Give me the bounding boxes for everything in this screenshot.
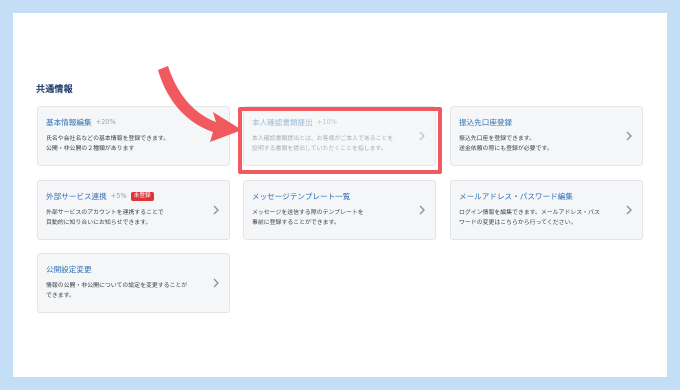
card-title: 振込先口座登録 bbox=[459, 117, 513, 127]
curved-arrow-icon bbox=[158, 66, 242, 142]
card-desc-line: 情報の公開・非公開についての設定を変更することが bbox=[46, 283, 188, 289]
card-desc-line: 事前に登録することができます。 bbox=[252, 220, 340, 226]
card-title: メールアドレス・パスワード編集 bbox=[459, 191, 573, 201]
card-desc-line: ログイン情報を編集できます。メールアドレス・パス bbox=[459, 210, 600, 216]
card-bank-account[interactable]: 振込先口座登録 振込先口座を登録できます。 送金依頼の際にも登録が必要です。 bbox=[450, 106, 643, 166]
chevron-right-icon bbox=[626, 205, 632, 215]
card-visibility-settings[interactable]: 公開設定変更 情報の公開・非公開についての設定を変更することが できます。 bbox=[37, 253, 230, 313]
chevron-right-icon bbox=[213, 278, 219, 288]
card-title: 基本情報編集 bbox=[46, 117, 92, 127]
card-desc-line: 振込先口座を登録できます。 bbox=[459, 136, 535, 142]
card-desc-line: ワードの変更はこちらから行ってください。 bbox=[459, 220, 577, 226]
card-desc-line: メッセージを送信する際のテンプレートを bbox=[252, 210, 364, 216]
card-title: 外部サービス連携 bbox=[46, 191, 107, 201]
card-bonus: +20% bbox=[95, 118, 116, 126]
card-bonus: +10% bbox=[316, 118, 337, 126]
section-title: 共通情報 bbox=[36, 85, 73, 95]
chevron-right-icon bbox=[626, 131, 632, 141]
chevron-right-icon bbox=[419, 205, 425, 215]
chevron-right-icon bbox=[213, 205, 219, 215]
card-desc-line: 目動的に知り合いにお知らせできます。 bbox=[46, 220, 152, 226]
card-message-templates[interactable]: メッセージテンプレート一覧 メッセージを送信する際のテンプレートを 事前に登録す… bbox=[243, 180, 436, 240]
status-badge: 未登録 bbox=[130, 191, 154, 201]
card-desc-line: できます。 bbox=[46, 293, 75, 299]
card-desc-line: 証明する書類を提出していただくことを指します。 bbox=[252, 146, 387, 152]
card-email-password[interactable]: メールアドレス・パスワード編集 ログイン情報を編集できます。メールアドレス・パス… bbox=[450, 180, 643, 240]
card-title: メッセージテンプレート一覧 bbox=[252, 191, 351, 201]
card-desc-line: 本人確認書類提出とは、お客様がご本人であることを bbox=[252, 136, 394, 142]
card-identity-document[interactable]: 本人確認書類提出 +10% 本人確認書類提出とは、お客様がご本人であることを 証… bbox=[243, 106, 436, 166]
card-external-services[interactable]: 外部サービス連携 +5% 未登録 外部サービスのアカウントを連携することで 目動… bbox=[37, 180, 230, 240]
card-title: 本人確認書類提出 bbox=[252, 117, 313, 127]
card-desc-line: 外部サービスのアカウントを連携することで bbox=[46, 210, 164, 216]
card-desc-line: 送金依頼の際にも登録が必要です。 bbox=[459, 146, 553, 152]
card-bonus: +5% bbox=[110, 192, 127, 200]
chevron-right-icon bbox=[419, 131, 425, 141]
card-title: 公開設定変更 bbox=[46, 264, 92, 274]
